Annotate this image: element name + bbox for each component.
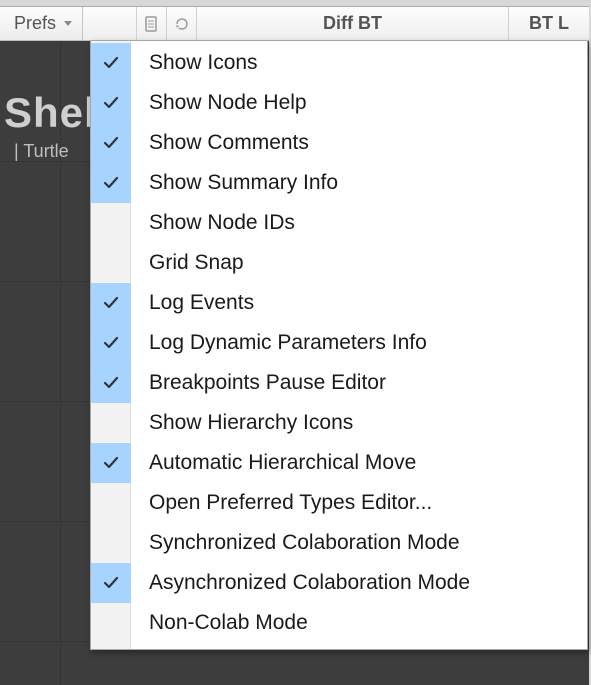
check-icon — [91, 483, 131, 523]
menu-item-label: Show Node Help — [131, 91, 307, 115]
menu-item[interactable]: Show Node IDs — [91, 203, 587, 243]
menu-item[interactable]: Log Dynamic Parameters Info — [91, 323, 587, 363]
menu-item-label: Synchronized Colaboration Mode — [131, 531, 460, 555]
check-icon — [91, 603, 131, 643]
menu-item-label: Open Preferred Types Editor... — [131, 491, 432, 515]
menu-item-label: Automatic Hierarchical Move — [131, 451, 416, 475]
menu-item[interactable]: Show Icons — [91, 43, 587, 83]
check-icon — [91, 123, 131, 163]
check-icon — [91, 403, 131, 443]
menu-item-label: Grid Snap — [131, 251, 244, 275]
toolbar: Prefs Diff BT BT L — [0, 7, 589, 41]
menu-item-label: Breakpoints Pause Editor — [131, 371, 386, 395]
toolbar-spacer — [83, 7, 137, 40]
toolbar-right-label[interactable]: BT L — [509, 7, 589, 40]
check-icon — [91, 83, 131, 123]
menu-item-label: Log Dynamic Parameters Info — [131, 331, 427, 355]
menu-item[interactable]: Grid Snap — [91, 243, 587, 283]
prefs-dropdown-button[interactable]: Prefs — [0, 7, 83, 40]
menu-item-label: Non-Colab Mode — [131, 611, 308, 635]
check-icon — [91, 523, 131, 563]
check-icon — [91, 243, 131, 283]
menu-item-label: Show Hierarchy Icons — [131, 411, 353, 435]
toolbar-mid-label[interactable]: Diff BT — [197, 7, 509, 40]
check-icon — [91, 363, 131, 403]
menu-item-label: Show Node IDs — [131, 211, 295, 235]
canvas-title: Shel — [4, 89, 97, 137]
check-icon — [91, 163, 131, 203]
refresh-icon[interactable] — [167, 7, 197, 40]
menu-item[interactable]: Non-Colab Mode — [91, 603, 587, 643]
check-icon — [91, 443, 131, 483]
menu-item[interactable]: Show Comments — [91, 123, 587, 163]
menu-item[interactable]: Open Preferred Types Editor... — [91, 483, 587, 523]
document-icon[interactable] — [137, 7, 167, 40]
check-icon — [91, 563, 131, 603]
prefs-dropdown-menu: Show Icons Show Node Help Show Comments Sho… — [90, 40, 588, 650]
check-icon — [91, 283, 131, 323]
canvas-subtitle: | Turtle — [14, 141, 69, 162]
menu-item-label: Show Summary Info — [131, 171, 338, 195]
check-icon — [91, 203, 131, 243]
grid-line — [60, 41, 61, 685]
menu-item[interactable]: Asynchronized Colaboration Mode — [91, 563, 587, 603]
menu-item[interactable]: Show Hierarchy Icons — [91, 403, 587, 443]
chevron-down-icon — [64, 21, 72, 26]
menu-item[interactable]: Synchronized Colaboration Mode — [91, 523, 587, 563]
menu-item[interactable]: Breakpoints Pause Editor — [91, 363, 587, 403]
menu-item[interactable]: Show Node Help — [91, 83, 587, 123]
menu-item-label: Show Comments — [131, 131, 309, 155]
menu-item-label: Log Events — [131, 291, 254, 315]
menu-item[interactable]: Show Summary Info — [91, 163, 587, 203]
menu-item-label: Asynchronized Colaboration Mode — [131, 571, 470, 595]
menu-item[interactable]: Automatic Hierarchical Move — [91, 443, 587, 483]
prefs-label: Prefs — [14, 13, 56, 34]
menu-item[interactable]: Log Events — [91, 283, 587, 323]
menu-item-label: Show Icons — [131, 51, 258, 75]
check-icon — [91, 323, 131, 363]
check-icon — [91, 43, 131, 83]
